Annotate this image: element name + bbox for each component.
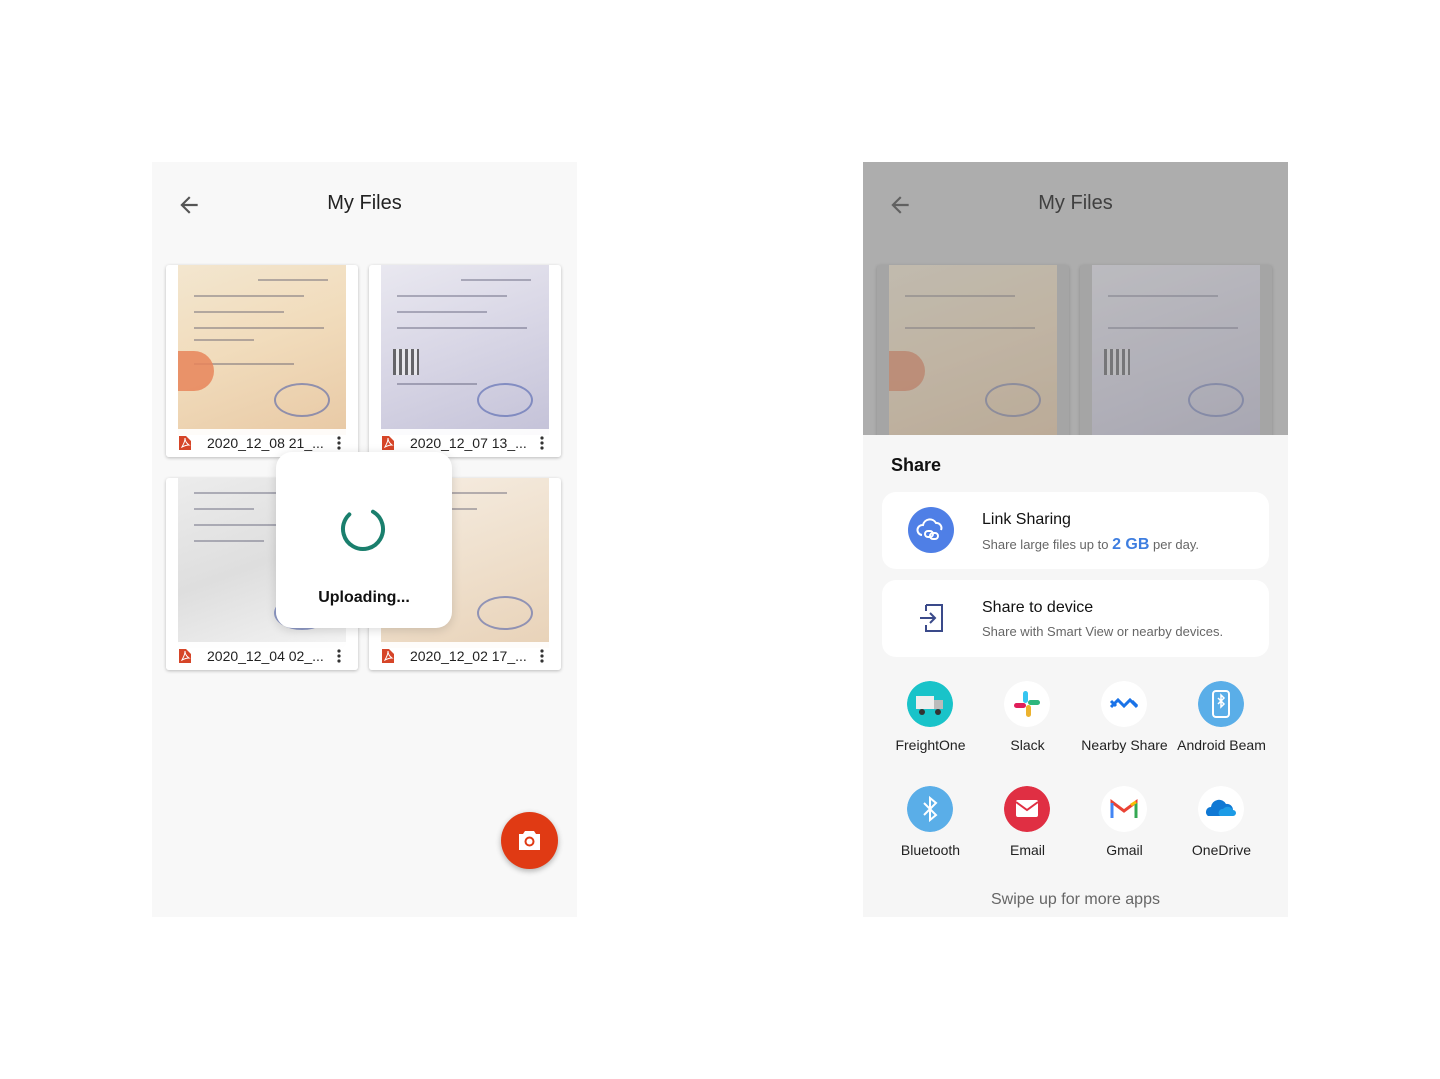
share-sheet-screen: My Files Share Link Sharing Share large … <box>863 162 1288 917</box>
pdf-icon <box>179 436 191 450</box>
camera-icon <box>519 831 540 850</box>
onedrive-icon <box>1198 786 1244 832</box>
more-vert-icon[interactable] <box>332 435 346 451</box>
app-freightone[interactable]: FreightOne <box>882 681 979 771</box>
app-label: Gmail <box>1106 842 1143 858</box>
app-bluetooth[interactable]: Bluetooth <box>882 786 979 876</box>
file-name: 2020_12_02 17_... <box>410 648 527 664</box>
more-vert-icon[interactable] <box>535 648 549 664</box>
file-name: 2020_12_04 02_... <box>207 648 324 664</box>
file-name: 2020_12_07 13_... <box>410 435 527 451</box>
app-email[interactable]: Email <box>979 786 1076 876</box>
email-icon <box>1004 786 1050 832</box>
more-vert-icon[interactable] <box>535 435 549 451</box>
share-to-device-title: Share to device <box>982 599 1094 616</box>
uploading-dialog: Uploading... <box>276 452 452 628</box>
document-thumbnail <box>178 265 346 435</box>
share-to-device-option[interactable]: Share to device Share with Smart View or… <box>882 580 1269 657</box>
android-beam-icon <box>1198 681 1244 727</box>
pdf-icon <box>382 436 394 450</box>
link-sharing-title: Link Sharing <box>982 511 1071 528</box>
file-card[interactable]: 2020_12_07 13_... <box>369 265 561 457</box>
camera-button[interactable] <box>501 812 558 869</box>
app-label: Email <box>1009 842 1045 858</box>
share-sheet: Share Link Sharing Share large files up … <box>863 435 1288 917</box>
truck-icon <box>907 681 953 727</box>
scrim <box>863 162 1288 435</box>
nearby-share-icon <box>1101 681 1147 727</box>
loading-spinner-icon <box>341 507 385 551</box>
app-label: Android Beam <box>1177 737 1266 753</box>
share-to-device-icon <box>920 604 943 632</box>
app-label: FreightOne <box>895 737 966 753</box>
swipe-hint: Swipe up for more apps <box>991 891 1160 908</box>
app-nearby-share[interactable]: Nearby Share <box>1076 681 1173 771</box>
share-to-device-desc: Share with Smart View or nearby devices. <box>982 624 1224 639</box>
more-vert-icon[interactable] <box>332 648 346 664</box>
app-gmail[interactable]: Gmail <box>1076 786 1173 876</box>
bluetooth-icon <box>907 786 953 832</box>
app-slack[interactable]: Slack <box>979 681 1076 771</box>
link-sharing-desc: Share large files up to 2 GB per day. <box>982 536 1200 553</box>
slack-icon <box>1004 681 1050 727</box>
my-files-screen: My Files 2020_12_08 21_... 2020_12_07 13… <box>152 162 577 917</box>
app-label: Nearby Share <box>1081 737 1168 753</box>
page-title: My Files <box>327 192 402 214</box>
pdf-icon <box>382 649 394 663</box>
gmail-icon <box>1101 786 1147 832</box>
app-label: Bluetooth <box>900 842 961 858</box>
app-label: OneDrive <box>1191 842 1252 858</box>
share-title: Share <box>891 455 942 475</box>
file-name: 2020_12_08 21_... <box>207 435 324 451</box>
cloud-link-icon <box>908 507 954 553</box>
app-onedrive[interactable]: OneDrive <box>1173 786 1270 876</box>
document-thumbnail <box>381 265 549 435</box>
file-card[interactable]: 2020_12_08 21_... <box>166 265 358 457</box>
app-label: Slack <box>1010 737 1045 753</box>
pdf-icon <box>179 649 191 663</box>
link-sharing-option[interactable]: Link Sharing Share large files up to 2 G… <box>882 492 1269 569</box>
app-android-beam[interactable]: Android Beam <box>1173 681 1270 771</box>
uploading-text: Uploading... <box>318 589 410 606</box>
app-bar: My Files <box>152 162 577 248</box>
